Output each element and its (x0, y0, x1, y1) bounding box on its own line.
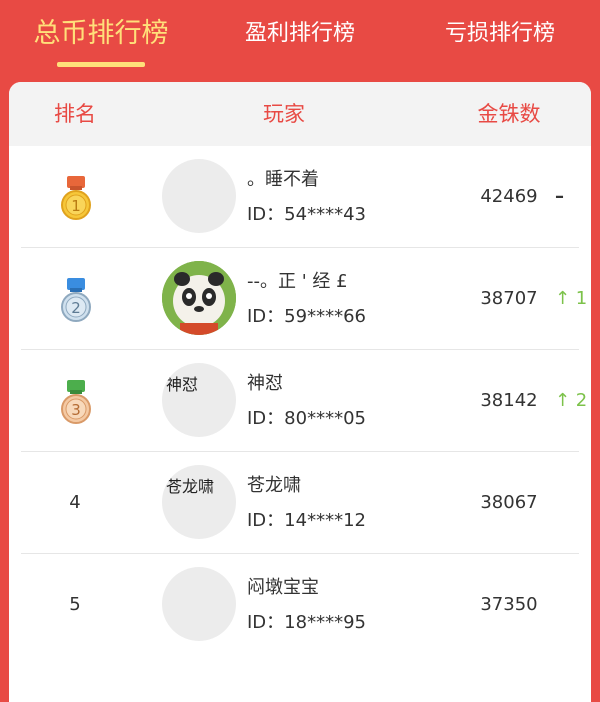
table-row[interactable]: 1 。睡不着 ID：54****43 42469 – (9, 146, 591, 248)
svg-text:1: 1 (71, 197, 81, 215)
avatar[interactable] (162, 261, 236, 335)
avatar[interactable]: 苍龙啸 (162, 465, 236, 539)
gold-medal-icon: 1 (61, 176, 91, 220)
table-row[interactable]: 3 神怼 神怼 ID：80****05 38142 ↑ 2 (9, 350, 591, 452)
coin-count: 38067 (480, 492, 538, 513)
avatar[interactable] (162, 567, 236, 641)
header-rank: 排名 (54, 102, 96, 126)
player-name: 。睡不着 (247, 169, 319, 190)
tab-total-coins[interactable]: 总币排行榜 (28, 14, 174, 54)
svg-text:3: 3 (71, 401, 81, 419)
table-header: 排名 玩家 金铢数 (9, 82, 591, 146)
coin-count: 37350 (480, 594, 538, 615)
avatar-initials: 神怼 (166, 375, 199, 394)
avatar[interactable] (162, 159, 236, 233)
active-tab-indicator (57, 62, 145, 67)
header-coins: 金铢数 (477, 102, 541, 126)
bronze-medal-icon: 3 (61, 380, 91, 424)
leaderboard-card: 排名 玩家 金铢数 1 。睡不着 ID：54****43 42469 – 2 -… (9, 82, 591, 702)
player-name: --。正 ' 经 £ (247, 271, 348, 292)
player-id: ID：80****05 (247, 408, 366, 429)
tab-profit[interactable]: 盈利排行榜 (230, 14, 370, 54)
player-id: ID：18****95 (247, 612, 366, 633)
table-row[interactable]: 2 --。正 ' 经 £ ID：59****66 38707 ↑ 1 (9, 248, 591, 350)
player-name: 神怼 (247, 373, 283, 394)
rank-number: 5 (69, 594, 81, 615)
table-row[interactable]: 5 闷墩宝宝 ID：18****95 37350 (9, 554, 591, 656)
coin-count: 38142 (480, 390, 538, 411)
player-id: ID：54****43 (247, 204, 366, 225)
player-name: 闷墩宝宝 (247, 577, 319, 598)
rank-number: 4 (69, 492, 81, 513)
tab-loss[interactable]: 亏损排行榜 (430, 14, 570, 54)
rank-change: ↑ 2 (555, 390, 588, 411)
header-player: 玩家 (263, 102, 305, 126)
player-name: 苍龙啸 (247, 475, 301, 496)
svg-text:2: 2 (71, 299, 81, 317)
player-id: ID：14****12 (247, 510, 366, 531)
table-row[interactable]: 4 苍龙啸 苍龙啸 ID：14****12 38067 (9, 452, 591, 554)
coin-count: 42469 (480, 186, 538, 207)
avatar-initials: 苍龙啸 (166, 477, 215, 496)
panda-avatar-icon (162, 261, 236, 335)
rank-change: ↑ 1 (555, 288, 588, 309)
coin-count: 38707 (480, 288, 538, 309)
tab-bar: 总币排行榜 盈利排行榜 亏损排行榜 (0, 0, 600, 82)
avatar[interactable]: 神怼 (162, 363, 236, 437)
player-id: ID：59****66 (247, 306, 366, 327)
silver-medal-icon: 2 (61, 278, 91, 322)
rank-change: – (555, 186, 564, 207)
